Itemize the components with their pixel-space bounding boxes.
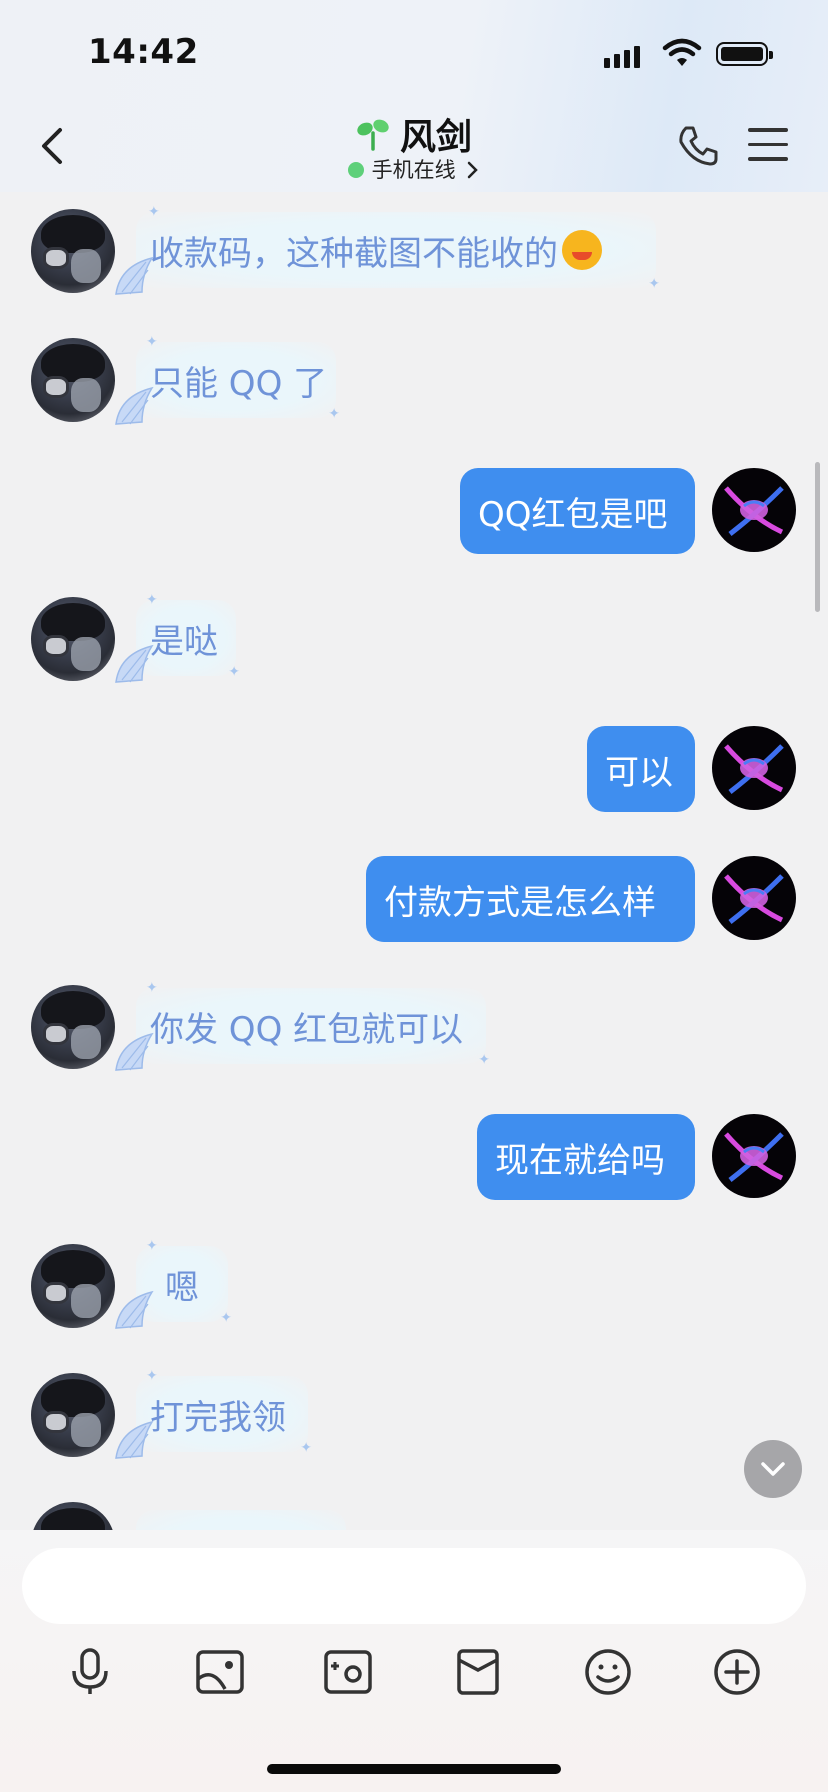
message-text: 是哒 [150,621,218,662]
image-button[interactable] [190,1642,250,1702]
red-envelope-icon [457,1649,499,1695]
message-bubble[interactable] [136,1510,346,1530]
sparkle-icon: ✦ [228,664,240,680]
plus-icon [714,1649,760,1695]
shell-decoration-icon [115,1290,154,1329]
sparkle-icon: ✦ [648,276,660,292]
contact-avatar[interactable] [31,597,115,681]
chat-messages[interactable]: 收款码，这种截图不能收的 ✦ ✦ 只能 QQ 了 ✦ ✦ QQ红包是吧 是哒 ✦… [0,192,828,1530]
sparkle-icon: ✦ [146,980,158,996]
contact-avatar[interactable] [31,985,115,1069]
my-avatar[interactable] [712,468,796,552]
menu-button[interactable] [748,128,788,172]
battery-icon [716,42,773,66]
message-text: 现在就给吗 [495,1140,665,1181]
message-text: 可以 [605,752,673,793]
more-button[interactable] [707,1642,767,1702]
message-bubble[interactable]: 是哒 ✦ ✦ [115,592,240,683]
message-bubble[interactable]: 嗯 ✦ ✦ [115,1238,232,1329]
scrollbar[interactable] [815,462,820,612]
sprout-icon [357,119,389,151]
message-bubble[interactable]: 现在就给吗 [477,1114,695,1200]
phone-call-button[interactable] [676,124,720,168]
message-bubble[interactable]: 收款码，这种截图不能收的 ✦ ✦ [115,204,660,295]
message-text: QQ红包是吧 [478,494,668,535]
my-avatar[interactable] [712,726,796,810]
sparkle-icon: ✦ [328,406,340,422]
sparkle-icon: ✦ [146,1368,158,1384]
shell-decoration-icon [115,1032,154,1071]
scroll-to-bottom-button[interactable] [744,1440,802,1498]
message-bubble[interactable]: QQ红包是吧 [460,468,695,554]
knot-icon [724,874,784,924]
sparkle-icon: ✦ [220,1310,232,1326]
shell-decoration-icon [115,386,154,425]
message-bubble[interactable]: 只能 QQ 了 ✦ ✦ [115,334,340,425]
message-text: 付款方式是怎么样 [384,882,656,923]
message-bubble[interactable]: 可以 [587,726,695,812]
image-icon [196,1650,244,1694]
online-status-label: 手机在线 [371,158,456,182]
voice-button[interactable] [60,1642,120,1702]
message-bubble[interactable]: 付款方式是怎么样 [366,856,695,942]
emoji-button[interactable] [578,1642,638,1702]
sparkle-icon: ✦ [146,1238,158,1254]
microphone-icon [72,1648,108,1694]
input-area [0,1530,828,1792]
message-text: 打完我领 [150,1397,286,1438]
online-dot-icon [347,162,364,178]
contact-avatar[interactable] [31,1373,115,1457]
message-text: 你发 QQ 红包就可以 [150,1009,464,1050]
camera-icon [324,1650,372,1694]
wifi-icon [662,38,702,66]
message-text: 嗯 [165,1267,199,1308]
cellular-signal-icon [604,40,640,68]
shell-decoration-icon [115,1420,154,1459]
red-envelope-button[interactable] [448,1642,508,1702]
knot-icon [724,1132,784,1182]
contact-avatar[interactable] [31,1502,115,1530]
emoji-icon [585,1649,631,1695]
message-bubble[interactable]: 打完我领 ✦ ✦ [115,1368,312,1459]
sparkle-icon: ✦ [146,334,158,350]
sparkle-icon: ✦ [300,1440,312,1456]
knot-icon [724,744,784,794]
message-input[interactable] [22,1548,806,1624]
message-text: 收款码，这种截图不能收的 [150,233,558,274]
sparkle-icon: ✦ [478,1052,490,1068]
my-avatar[interactable] [712,1114,796,1198]
input-toolbar [0,1642,828,1722]
shell-decoration-icon [115,256,154,295]
contact-avatar[interactable] [31,338,115,422]
chevron-right-icon [468,161,479,179]
message-text: 只能 QQ 了 [150,363,328,404]
sparkle-icon: ✦ [146,592,158,608]
knot-icon [724,486,784,536]
contact-avatar[interactable] [31,209,115,293]
message-bubble[interactable]: 你发 QQ 红包就可以 ✦ ✦ [115,980,490,1071]
contact-name: 风剑 [399,117,472,158]
shell-decoration-icon [115,644,154,683]
home-indicator[interactable] [267,1764,561,1774]
top-bar: 14:42 风剑 手机在线 [0,0,828,192]
sparkle-icon: ✦ [148,204,160,220]
status-time: 14:42 [88,32,199,72]
contact-avatar[interactable] [31,1244,115,1328]
my-avatar[interactable] [712,856,796,940]
camera-button[interactable] [318,1642,378,1702]
laughing-tears-emoji-icon [562,230,602,270]
chevron-down-icon [761,1462,785,1476]
